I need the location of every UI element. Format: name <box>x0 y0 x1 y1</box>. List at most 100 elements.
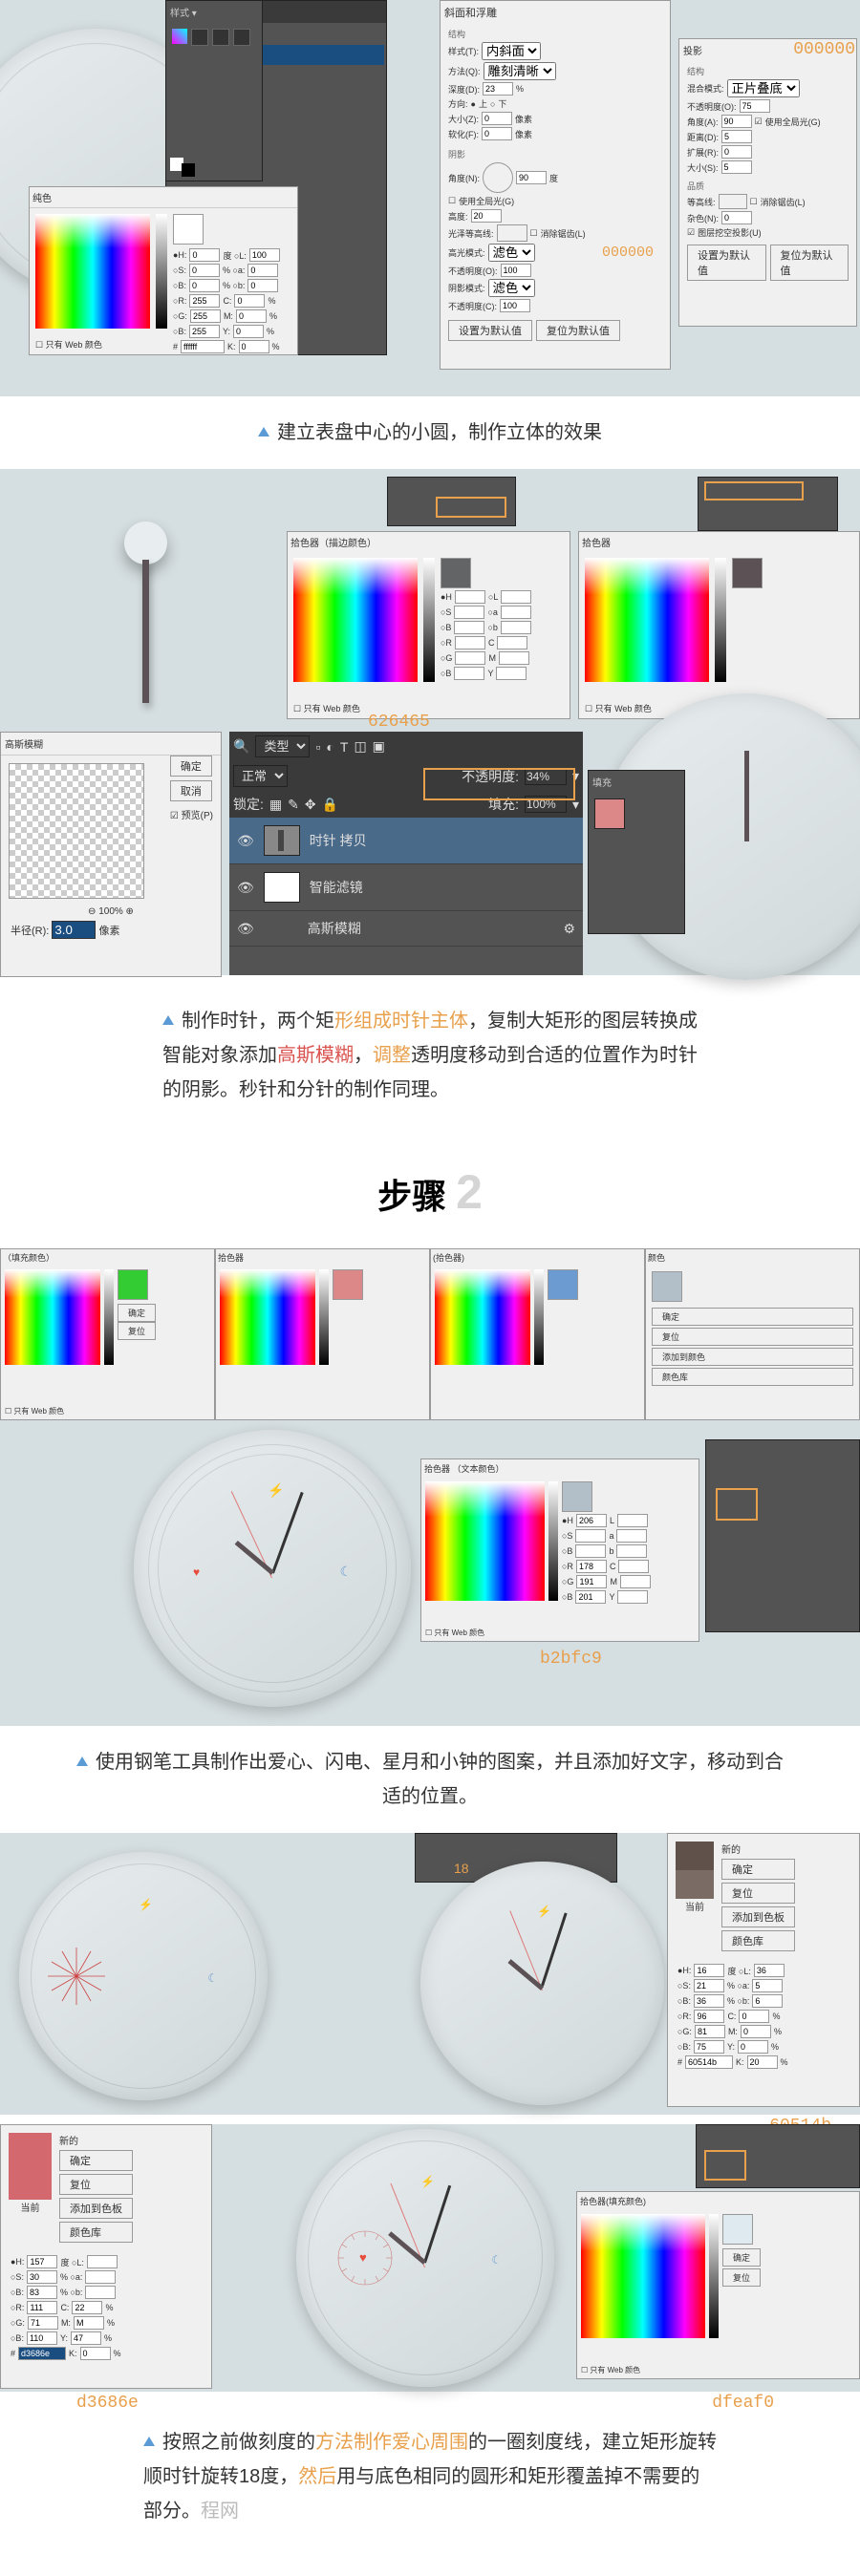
section-2-top: 拾色器（描边颜色） ●H ○L ○S ○a ○B ○b ○R C ○G M ○B… <box>0 469 860 732</box>
mini-panel-a[interactable] <box>387 477 516 526</box>
lib-button[interactable]: 颜色库 <box>721 1930 795 1951</box>
blend-mode-select[interactable]: 正常 <box>233 765 288 787</box>
hex-dfeaf0: dfeaf0 <box>712 2394 774 2413</box>
style-select[interactable]: 内斜面 <box>482 42 541 60</box>
bevel-panel[interactable]: 斜面和浮雕 结构 样式(T):内斜面 方法(Q):雕刻清晰 深度(D):% 方向… <box>440 0 671 370</box>
layer-row[interactable]: 👁 智能滤镜 <box>229 864 583 911</box>
clock-left: ⚡ ☾ <box>19 1852 268 2100</box>
swatch[interactable] <box>652 1271 682 1302</box>
filter-icon[interactable]: T <box>340 739 349 755</box>
spectrum[interactable] <box>293 558 418 682</box>
heart-icon: ♥ <box>193 1565 200 1579</box>
method-select[interactable]: 雕刻清晰 <box>484 62 556 80</box>
heart-dial: ♥ <box>336 2229 394 2287</box>
bg-color[interactable] <box>182 163 195 177</box>
shadow-panel[interactable]: 投影 结构 混合模式:正片叠底 不透明度(O): 角度(A):☑使用全局光(G)… <box>678 38 857 327</box>
fx-mini-panel[interactable]: 样式 ▾ <box>165 0 263 181</box>
color-picker-stroke[interactable]: 拾色器（描边颜色） ●H ○L ○S ○a ○B ○b ○R C ○G M ○B… <box>287 531 570 719</box>
triangle-icon <box>162 1015 174 1025</box>
red-picker[interactable]: 当前 新的 确定 复位 添加到色板 颜色库 ●H:度 ○L: ○S:% ○a: … <box>0 2124 212 2389</box>
cancel-button[interactable]: 取消 <box>170 780 212 801</box>
eye-icon[interactable]: 👁 <box>237 833 254 849</box>
heart-burst <box>48 1948 105 2005</box>
triangle-icon <box>76 1756 88 1766</box>
contour-swatch[interactable] <box>497 224 527 242</box>
new-color-swatch <box>173 214 204 245</box>
depth-input[interactable] <box>483 82 513 96</box>
section-3-pickers: （填充颜色） 确定 复位 ☐ 只有 Web 颜色 拾色器 (拾色器) 颜色 确定 <box>0 1248 860 1420</box>
filter-icon[interactable]: ◐ <box>326 739 333 755</box>
color-picker[interactable]: 颜色 确定 复位 添加到颜色 颜色库 <box>645 1248 860 1420</box>
preview-area <box>9 763 144 899</box>
pin-stick <box>142 560 149 703</box>
hex-d3686e: d3686e <box>76 2394 139 2413</box>
style-swatch[interactable] <box>191 29 208 46</box>
hsb-picker[interactable]: 当前 新的 确定 复位 添加到色板 颜色库 ●H:度 ○L: ○S:% ○a: … <box>667 1833 860 2107</box>
filter-icon[interactable]: ▫ <box>315 739 320 755</box>
lock-icon[interactable]: ▦ <box>269 797 282 813</box>
lock-icon[interactable]: ✥ <box>305 797 316 813</box>
filter-icon[interactable]: ◫ <box>354 738 366 755</box>
hex-label: 000000 <box>793 40 855 59</box>
bolt-icon: ⚡ <box>139 1898 153 1911</box>
hex-1: 626465 <box>368 713 430 732</box>
dark-top-panel[interactable] <box>696 2124 860 2188</box>
caption-2: 制作时针，两个矩形组成时针主体，复制大矩形的图层转换成智能对象添加高斯模糊，调整… <box>0 975 860 1136</box>
hex-label: 000000 <box>602 245 654 261</box>
default-button[interactable]: 设置为默认值 <box>448 320 532 341</box>
color-picker[interactable]: 纯色 ●H:度 ○L: ○S:% ○a: ○B:% ○b: ○R: C:% ○G… <box>29 186 298 355</box>
clock-center: ⚡ ☾ ♥ <box>296 2129 554 2387</box>
color-picker[interactable]: (拾色器) <box>430 1248 645 1420</box>
section-4-top: ⚡ ☾ 18 ⚡ 当前 新的 确定 复位 添加到 <box>0 1833 860 2115</box>
soft-input[interactable] <box>482 127 512 140</box>
layer-row[interactable]: 👁 高斯模糊 ⚙ <box>229 911 583 947</box>
text-color-picker[interactable]: 拾色器 （文本颜色） ●H L ○S a ○B b ○R C ○G M ○B Y… <box>420 1458 699 1642</box>
layer-row-active[interactable]: 👁 时针 拷贝 <box>229 818 583 864</box>
brightness-slider[interactable] <box>156 214 167 329</box>
color-spectrum[interactable] <box>35 214 150 329</box>
color-picker-2[interactable]: 拾色器 ☐ 只有 Web 颜色 <box>578 531 860 719</box>
layers-panel[interactable]: 🔍类型 ▫ ◐ T ◫ ▣ 正常 不透明度: ▾ 锁定: ▦ ✎ ✥ 🔒 填充:… <box>229 732 583 975</box>
cancel-button[interactable]: 复位 <box>721 1883 795 1904</box>
section-2-bottom: 高斯模糊 确定 取消 ☑ 预览(P) ⊖ 100% ⊕ 半径(R): 像素 🔍类… <box>0 732 860 975</box>
settings-icon[interactable]: ⚙ <box>563 921 575 937</box>
section-4-bottom: 当前 新的 确定 复位 添加到色板 颜色库 ●H:度 ○L: ○S:% ○a: … <box>0 2124 860 2392</box>
radius-input[interactable] <box>52 921 96 939</box>
eye-icon[interactable]: 👁 <box>237 880 254 896</box>
reset-button[interactable]: 复位为默认值 <box>536 320 620 341</box>
size-input[interactable] <box>482 112 512 125</box>
type-filter[interactable]: 类型 <box>255 735 310 757</box>
bolt-icon: ⚡ <box>268 1482 284 1499</box>
section-3-clock: ⚡ ♥ ☾ 拾色器 （文本颜色） ●H L ○S a ○B b ○R C ○G … <box>0 1420 860 1726</box>
ok-button[interactable]: 确定 <box>170 756 212 777</box>
filter-icon[interactable]: ▣ <box>373 738 385 755</box>
moon-icon: ☾ <box>491 2253 502 2267</box>
mini-panel-b[interactable] <box>698 477 838 531</box>
color-picker[interactable]: 拾色器 <box>215 1248 430 1420</box>
triangle-icon <box>143 2437 155 2446</box>
add-button[interactable]: 添加到色板 <box>721 1906 795 1927</box>
eye-icon[interactable]: 👁 <box>237 921 254 937</box>
ok-button[interactable]: 确定 <box>721 1859 795 1880</box>
gaussian-blur-dialog[interactable]: 高斯模糊 确定 取消 ☑ 预览(P) ⊖ 100% ⊕ 半径(R): 像素 <box>0 732 222 977</box>
bolt-icon: ⚡ <box>420 2175 435 2188</box>
hex-b2bfc9: b2bfc9 <box>540 1650 602 1669</box>
style-swatch[interactable] <box>172 29 187 44</box>
lock-icon[interactable]: ✎ <box>288 797 299 813</box>
angle-dial[interactable] <box>483 162 513 193</box>
caption-4: 按照之前做刻度的方法制作爱心周围的一圈刻度线，建立矩形旋转顺时针旋转18度，然后… <box>0 2392 860 2547</box>
triangle-icon <box>258 427 269 436</box>
style-swatch[interactable] <box>212 29 229 46</box>
section-1: 样式 ☐ 混合选项 ☑ 斜面和浮雕 ☑ 等高线 ☐ 纹理 ☐ 描边 ☐ 内阴影 … <box>0 0 860 396</box>
new-swatch <box>676 1842 714 1870</box>
color-picker-fill[interactable]: 拾色器(填充颜色) 确定 复位 ☐ 只有 Web 颜色 <box>576 2191 860 2379</box>
lock-icon[interactable]: 🔒 <box>322 797 338 813</box>
fill-panel[interactable]: 填充 <box>588 770 685 934</box>
dark-swatch-panel[interactable] <box>705 1439 860 1632</box>
style-swatch[interactable] <box>233 29 250 46</box>
highlight-box <box>423 768 575 800</box>
fill-swatch[interactable] <box>594 798 625 829</box>
clock-full: ⚡ ♥ ☾ <box>134 1430 411 1707</box>
pin-head <box>124 522 167 564</box>
color-picker[interactable]: （填充颜色） 确定 复位 ☐ 只有 Web 颜色 <box>0 1248 215 1420</box>
